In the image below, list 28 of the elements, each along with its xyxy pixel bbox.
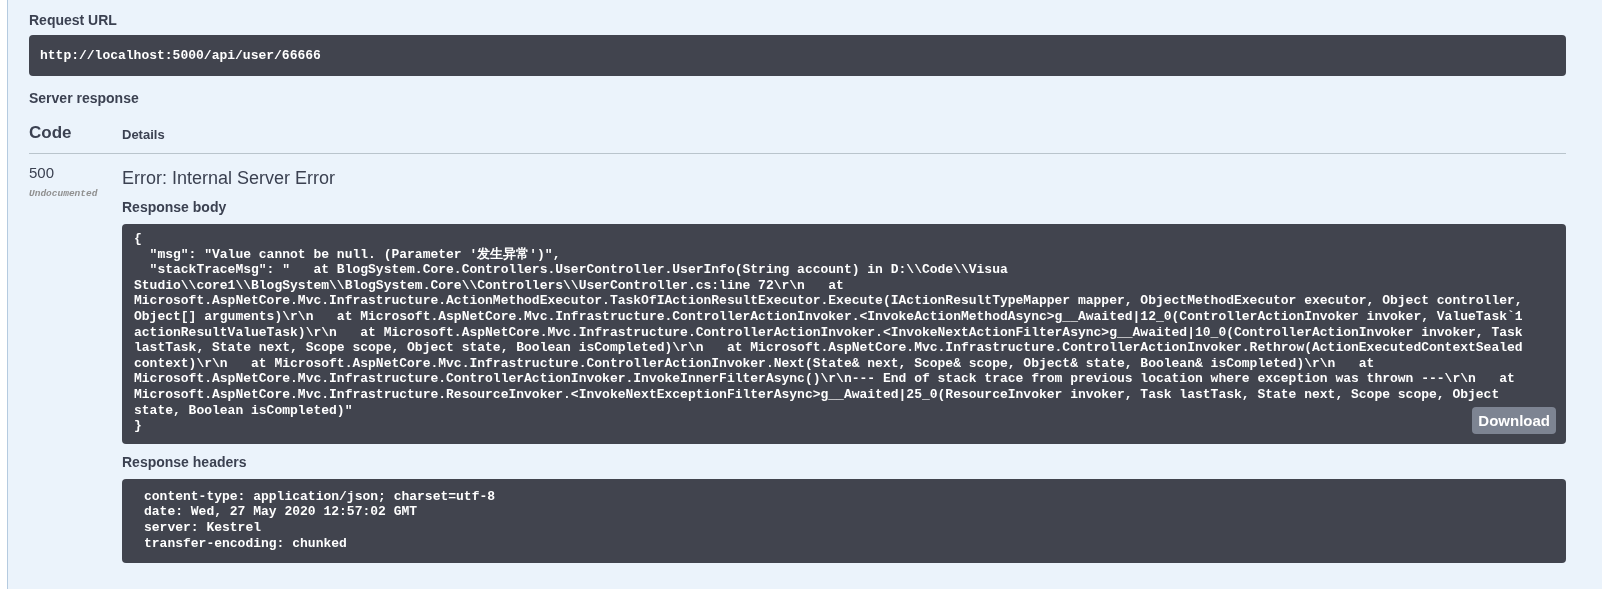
code-line: "stackTraceMsg": " at BlogSystem.Core.Controllers.UserController.UserInfo(String account) in D:\\Code\\Visua (148, 262, 1008, 278)
response-body-label: Response body (122, 199, 227, 215)
code-line: context)\r\n at Microsoft.AspNetCore.Mvc.Infrastructure.ControllerActionInvoker.Next(State& next, Scope& scope, Object& state, Boolean& isCompleted)\r\n at (134, 355, 1375, 372)
status-code: 500 (29, 164, 55, 181)
code-line: Microsoft.AspNetCore.Mvc.Infrastructure.ActionMethodExecutor.TaskOfIActionResultExecutor.Execute(IActionResultTypeMapper mapper, ObjectMethodExecutor executor, Object controller, (134, 293, 1523, 309)
code-line: { (134, 231, 142, 247)
request-url-label: Request URL (29, 12, 117, 28)
code-line: state, Boolean isCompleted)" (134, 402, 353, 419)
code-line: Microsoft.AspNetCore.Mvc.Infrastructure.ControllerActionInvoker.InvokeInnerFilterAsync()\r\n--- End of stack trace from previous location where exception was thrown ---\r\n at (134, 371, 1515, 387)
header-line: date: Wed, 27 May 2020 12:57:02 GMT (144, 504, 418, 520)
header-line: transfer-encoding: chunked (144, 535, 347, 552)
code-line: Object[] arguments)\r\n at Microsoft.AspNetCore.Mvc.Infrastructure.ControllerActionInvoker.<InvokeActionMethodAsync>g__Awaited|12_0(ControllerActionInvoker invoker, ValueTask`1 (134, 308, 1523, 325)
code-line: } (134, 418, 142, 434)
column-header: Details (122, 127, 165, 142)
code-line: Studio\\core1\\BlogSystem\\BlogSystem.Core\\Controllers\\UserController.cs:line 72\r\n at (134, 277, 844, 294)
code-line: Microsoft.AspNetCore.Mvc.Infrastructure.ResourceInvoker.<InvokeNextExceptionFilterAsync>g__Awaited|25_0(ResourceInvoker invoker, Task lastTask, State next, Scope scope, Object (134, 386, 1500, 403)
header-line: content-type: application/json; charset=utf-8 (144, 488, 496, 505)
error-title: Error: Internal Server Error (122, 168, 336, 189)
server-response-label: Server response (29, 90, 139, 106)
request-url: http://localhost:5000/api/user/66666 (40, 48, 321, 63)
response-headers-label: Response headers (122, 453, 247, 470)
download-button[interactable]: Download (1472, 406, 1556, 434)
code-line: actionResultValueTask)\r\n at Microsoft.AspNetCore.Mvc.Infrastructure.ControllerActionInvoker.<InvokeNextActionFilterAsync>g__Awaited|10_0(ControllerActionInvoker invoker, Task (134, 324, 1523, 341)
column-header: Code (29, 123, 72, 142)
header-line: server: Kestrel (144, 519, 262, 536)
code-line: lastTask, State next, Scope scope, Object state, Boolean isCompleted)\r\n at Microsoft.AspNetCore.Mvc.Infrastructure.ControllerActionInvoker.Rethrow(ActionExecutedContextSealed (134, 340, 1523, 356)
undocumented-note: Undocumented (29, 188, 98, 199)
code-line: "msg": "Value cannot be null. (Parameter '发生异常')", (148, 246, 561, 263)
